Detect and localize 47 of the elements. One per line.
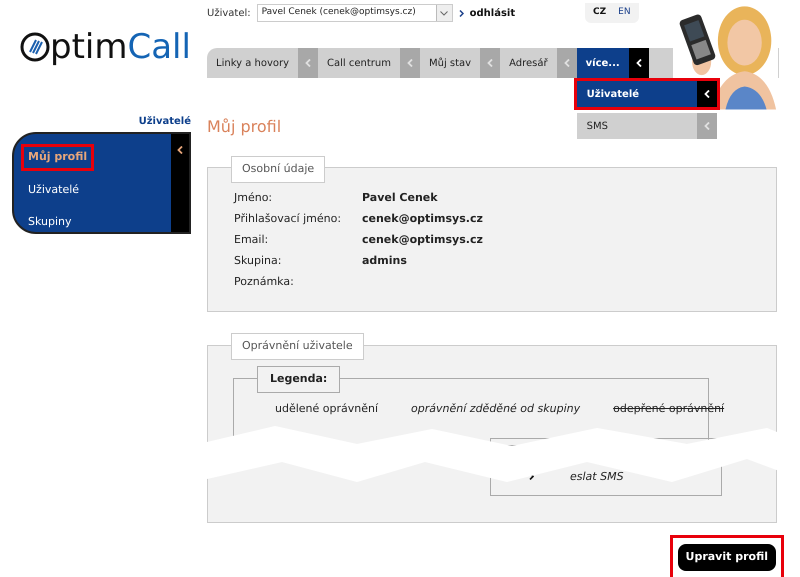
legend-item: odepřené oprávnění — [613, 401, 724, 417]
chevron-left-icon — [704, 90, 710, 98]
chevron-left-icon — [177, 146, 183, 154]
edit-profile-button[interactable]: Upravit profil — [678, 544, 776, 570]
nav-tab[interactable]: Můj stav — [420, 48, 480, 78]
chevron-left-icon — [407, 59, 413, 67]
section-legend: Oprávnění uživatele — [231, 333, 364, 360]
field-value: Pavel Cenek — [362, 190, 438, 205]
chevron-left-icon — [305, 59, 312, 67]
legend-title: Legenda: — [257, 366, 340, 392]
logo: ptimCall — [20, 30, 207, 64]
page-title: Můj profil — [207, 116, 282, 138]
field-value: cenek@optimsys.cz — [362, 211, 483, 226]
language-link[interactable]: EN — [616, 6, 633, 20]
field-value: cenek@optimsys.cz — [362, 232, 483, 247]
field-value: admins — [362, 253, 407, 268]
nav-tab[interactable]: Call centrum — [318, 48, 400, 78]
field-label: Jméno: — [234, 190, 274, 205]
logout-link[interactable]: odhlásit — [470, 6, 516, 20]
field-label: Email: — [234, 232, 270, 247]
language-link[interactable]: CZ — [591, 6, 608, 20]
chevron-left-icon — [564, 59, 570, 67]
menu-item[interactable]: SMS — [576, 113, 697, 139]
legend-item: udělené oprávnění — [275, 401, 378, 417]
section-legend: Osobní údaje — [231, 156, 326, 182]
sidebar-item[interactable]: Můj profil — [28, 147, 88, 168]
legend-item: oprávnění zděděné od skupiny — [411, 401, 580, 417]
nav-tab[interactable]: Adresář — [500, 48, 557, 78]
menu-item[interactable]: Uživatelé — [576, 81, 697, 107]
chevron-left-icon — [704, 122, 710, 130]
tab-arrow-button[interactable] — [628, 48, 649, 78]
field-label: Skupina: — [234, 253, 282, 268]
permission-item: eslat SMS — [570, 468, 624, 484]
logo-mark-icon — [20, 30, 50, 64]
field-label: Poznámka: — [234, 274, 295, 289]
user-select[interactable]: Pavel Cenek (cenek@optimsys.cz) — [256, 4, 453, 22]
sidebar-heading: Uživatelé — [138, 115, 192, 129]
chevron-left-icon — [636, 59, 642, 67]
sidebar-item[interactable]: Uživatelé — [28, 180, 80, 200]
field-label: Přihlašovací jméno: — [234, 211, 342, 226]
user-label: Uživatel: — [207, 6, 251, 20]
menu-arrow-button[interactable] — [696, 81, 717, 107]
chevron-right-icon — [458, 10, 464, 16]
chevron-left-icon — [487, 59, 494, 67]
nav-tab[interactable]: Linky a hovory — [207, 48, 298, 78]
nav-tab[interactable]: více... — [576, 48, 629, 78]
sidebar-item[interactable]: Skupiny — [28, 212, 72, 232]
